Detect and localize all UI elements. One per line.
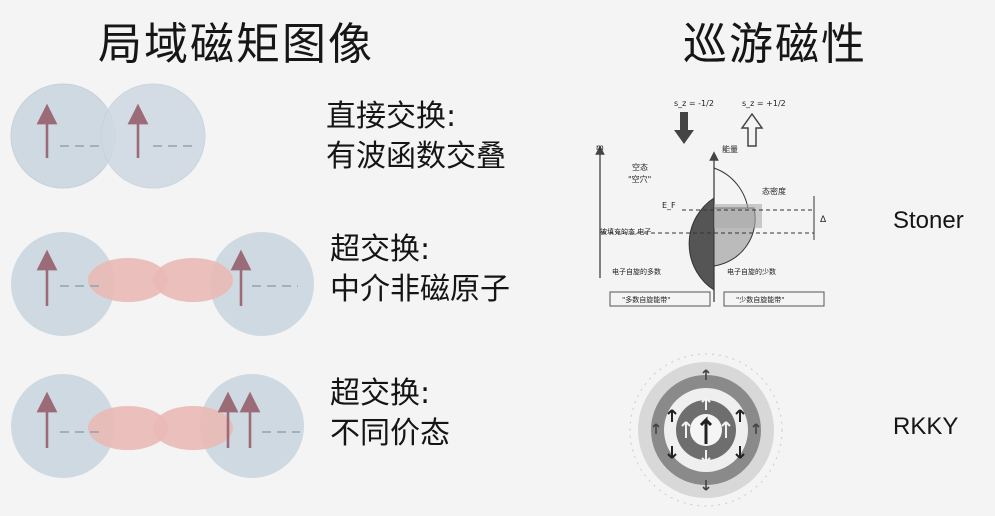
rkky-diagram [629, 353, 783, 507]
direct-exchange-diagram [10, 83, 206, 189]
empty-state-label: 空态 [632, 162, 648, 172]
row3-line2: 不同价态 [330, 416, 450, 451]
stoner-band-diagram: s_z = -1/2 s_z = +1/2 m 能量 空态 "空穴" E_F 态… [595, 99, 827, 307]
exchange-gap-region [714, 204, 762, 228]
row1-line2: 有波函数交叠 [326, 139, 506, 174]
minority-band-label: "少数自旋能带" [736, 295, 784, 304]
density-label: 态密度 [762, 186, 786, 196]
spin-down-arrow-icon [674, 112, 694, 144]
majority-label: 电子自旋的多数 [612, 267, 661, 276]
orbital-lobe [153, 258, 233, 302]
mixed-valence-diagram [11, 374, 304, 478]
spin-up-label: s_z = +1/2 [742, 99, 786, 108]
row1-label: 直接交换: 有波函数交叠 [326, 97, 506, 177]
spin-down-label: s_z = -1/2 [674, 99, 714, 108]
majority-band-label: "多数自旋能带" [622, 295, 670, 304]
row3-line1: 超交换: [330, 376, 431, 411]
fermi-label: E_F [662, 201, 676, 210]
row2-line1: 超交换: [330, 232, 431, 267]
spin-up-arrow-icon [740, 112, 764, 147]
local-moment-title: 局域磁矩图像 [98, 19, 374, 70]
hole-label: "空穴" [628, 174, 651, 184]
filled-state-label: 被填充的态,电子 [600, 227, 651, 236]
delta-label: Δ [820, 215, 827, 225]
energy-axis-label: 能量 [722, 144, 738, 154]
majority-band-filled [688, 197, 715, 291]
row2-label: 超交换: 中介非磁原子 [330, 230, 510, 310]
exchange-diagrams [10, 83, 314, 478]
rkky-label: RKKY [893, 413, 959, 440]
itinerant-magnetism-title: 巡游磁性 [683, 19, 867, 70]
atom-2 [100, 83, 206, 189]
left-axis-label: m [596, 143, 604, 152]
superexchange-diagram [11, 232, 314, 336]
row3-label: 超交换: 不同价态 [330, 374, 450, 454]
stoner-label: Stoner [893, 207, 964, 234]
row1-line1: 直接交换: [326, 99, 457, 134]
row2-line2: 中介非磁原子 [330, 272, 510, 307]
atom-1 [10, 83, 116, 189]
minority-label: 电子自旋的少数 [727, 267, 776, 276]
orbital-lobe [153, 406, 233, 450]
